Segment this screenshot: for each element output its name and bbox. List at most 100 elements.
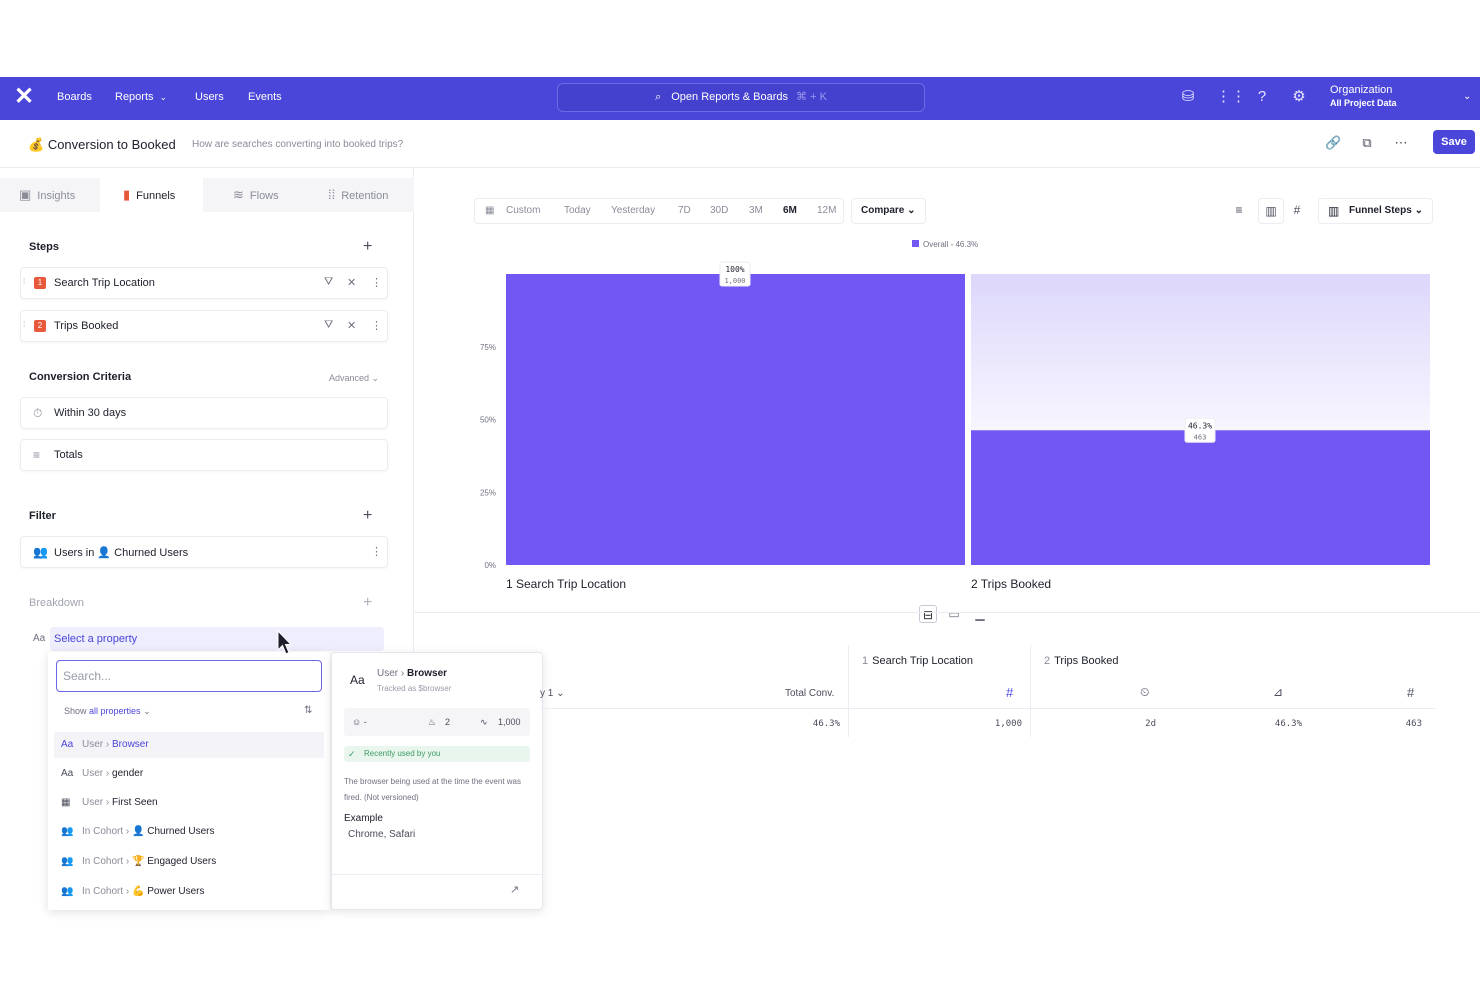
conversion-window[interactable]: ⏱ Within 30 days — [20, 397, 388, 429]
add-breakdown-icon[interactable]: + — [363, 594, 372, 612]
chevron-down-icon[interactable]: ⌄ — [1463, 91, 1471, 102]
drag-handle-icon[interactable]: ⁞ — [23, 277, 25, 286]
apps-grid-icon[interactable]: ⋮⋮ — [1216, 88, 1246, 106]
nav-users[interactable]: Users — [195, 91, 224, 103]
range-7d[interactable]: 7D — [678, 199, 691, 223]
nav-boards[interactable]: Boards — [57, 91, 92, 103]
database-icon[interactable]: ⛁ — [1179, 88, 1197, 106]
table-header-step1-label: Search Trip Location — [872, 655, 974, 667]
compare-dropdown[interactable]: Compare ⌄ — [851, 198, 926, 224]
table-only-icon[interactable]: ▁ — [971, 605, 989, 623]
tab-flows[interactable]: ≋ Flows — [203, 178, 306, 212]
funnel-bar — [971, 430, 1430, 565]
check-circle-icon: ✓ — [348, 749, 356, 759]
report-title[interactable]: 💰 Conversion to Booked — [28, 137, 176, 153]
total-conv-value: 46.3% — [812, 719, 840, 729]
more-vertical-icon[interactable]: ⋮ — [371, 276, 382, 289]
split-view-icon[interactable]: ⊟ — [919, 605, 937, 623]
add-step-icon[interactable]: + — [363, 238, 372, 256]
select-property-pill[interactable]: Select a property — [50, 627, 384, 651]
hash-icon[interactable]: # — [1284, 198, 1310, 224]
item-name: Browser — [112, 739, 149, 750]
external-link-icon[interactable]: ↗ — [510, 883, 519, 896]
text-type-icon: Aa — [61, 768, 74, 779]
range-12m[interactable]: 12M — [817, 199, 836, 223]
date-range-selector: ▦ Custom Today Yesterday 7D 30D 3M 6M 12… — [474, 198, 844, 224]
legend-label: Overall - 46.3% — [923, 240, 979, 249]
nav-events[interactable]: Events — [248, 91, 282, 103]
more-vertical-icon[interactable]: ⋮ — [371, 319, 382, 332]
more-vertical-icon[interactable]: ⋮ — [371, 545, 382, 558]
legend-swatch — [912, 240, 919, 247]
mixpanel-logo-icon[interactable]: ✕ — [14, 85, 36, 109]
save-button[interactable]: Save — [1433, 130, 1475, 154]
drag-handle-icon[interactable]: ⁞ — [23, 320, 25, 329]
clock-icon: ⏱ — [33, 406, 43, 420]
range-3m[interactable]: 3M — [749, 199, 763, 223]
org-subtitle: All Project Data — [1330, 98, 1397, 108]
item-path: User › — [82, 768, 110, 779]
divider — [332, 874, 542, 875]
org-switcher[interactable]: Organization All Project Data — [1330, 84, 1397, 108]
funnel-chart-icon: ▮ — [123, 187, 131, 202]
activity-icon: ∿ — [480, 717, 488, 727]
global-search[interactable]: ⌕ Open Reports & Boards ⌘ + K — [557, 83, 925, 112]
sort-icon[interactable]: ⇅ — [304, 705, 312, 716]
nav-reports[interactable]: Reports ⌄ — [115, 91, 167, 103]
more-icon[interactable]: ⋯ — [1393, 135, 1409, 151]
advanced-dropdown[interactable]: Advanced ⌄ — [329, 373, 379, 384]
step-number: 2 — [1044, 655, 1051, 667]
add-filter-icon[interactable]: + — [363, 507, 372, 525]
filter-icon[interactable]: ⛛ — [324, 276, 333, 289]
property-path: User › — [377, 668, 405, 679]
group-column-header[interactable]: y 1 ⌄ — [540, 688, 565, 699]
filter-row[interactable]: 👥 Users in 👤 Churned Users ⋮ — [20, 536, 388, 568]
tab-funnels-label: Funnels — [136, 190, 176, 202]
recently-used-text: Recently used by you — [364, 749, 441, 758]
chart-legend[interactable]: Overall - 46.3% — [912, 240, 978, 249]
conversion-window-label: Within 30 days — [54, 407, 127, 419]
sort-lines-icon[interactable]: ≡ — [1226, 198, 1252, 224]
item-name: 🏆 Engaged Users — [132, 856, 217, 867]
show-properties-filter[interactable]: Show all properties ⌄ — [64, 706, 151, 717]
step-row[interactable]: ⁞ 1 Search Trip Location ⛛ ✕ ⋮ — [20, 267, 388, 299]
recently-used-badge: ✓ Recently used by you — [344, 746, 530, 762]
breakdown-selector[interactable]: Aa Select a property — [20, 627, 384, 651]
range-6m[interactable]: 6M — [783, 199, 797, 223]
property-search-input[interactable] — [56, 660, 322, 692]
list-item[interactable]: 👥 In Cohort › 💪 Power Users — [54, 879, 324, 905]
funnel-steps-dropdown[interactable]: ▥ Funnel Steps ⌄ — [1318, 198, 1433, 224]
bar-chart-icon[interactable]: ▥ — [1258, 198, 1284, 224]
tab-insights[interactable]: ▣ Insights — [0, 178, 100, 212]
range-yesterday[interactable]: Yesterday — [611, 199, 655, 223]
range-custom[interactable]: Custom — [506, 199, 540, 223]
list-item[interactable]: ▦ User › First Seen — [54, 790, 324, 816]
close-icon[interactable]: ✕ — [347, 276, 356, 289]
close-icon[interactable]: ✕ — [347, 319, 356, 332]
breakdown-label: Breakdown — [29, 597, 85, 609]
range-today[interactable]: Today — [564, 199, 591, 223]
advanced-label: Advanced — [329, 373, 370, 383]
list-item[interactable]: 👥 In Cohort › 🏆 Engaged Users — [54, 849, 324, 875]
step-row[interactable]: ⁞ 2 Trips Booked ⛛ ✕ ⋮ — [20, 310, 388, 342]
duplicate-icon[interactable]: ⧉ — [1359, 135, 1375, 151]
chart-only-icon[interactable]: ▭ — [945, 605, 963, 623]
retention-icon: ⁞⁞ — [328, 187, 336, 202]
help-icon[interactable]: ? — [1253, 88, 1271, 106]
tab-retention[interactable]: ⁞⁞ Retention — [306, 178, 414, 212]
range-30d[interactable]: 30D — [710, 199, 728, 223]
fire-icon: ♨ — [428, 717, 437, 727]
link-icon[interactable]: 🔗 — [1325, 135, 1341, 151]
list-item[interactable]: 👥 In Cohort › 👤 Churned Users — [54, 819, 324, 845]
list-item[interactable]: Aa User › gender — [54, 761, 324, 787]
tab-funnels[interactable]: ▮ Funnels — [100, 178, 203, 212]
filter-icon[interactable]: ⛛ — [324, 319, 333, 332]
text-type-icon: Aa — [61, 739, 74, 750]
hash-icon: # — [1407, 685, 1415, 700]
counting-method[interactable]: ≡ Totals — [20, 439, 388, 471]
total-conv-header: Total Conv. — [785, 688, 835, 699]
gear-icon[interactable]: ⚙ — [1290, 88, 1308, 106]
list-item[interactable]: Aa User › Browser — [54, 732, 324, 758]
steps-label: Steps — [29, 241, 59, 253]
report-description[interactable]: How are searches converting into booked … — [192, 139, 403, 150]
